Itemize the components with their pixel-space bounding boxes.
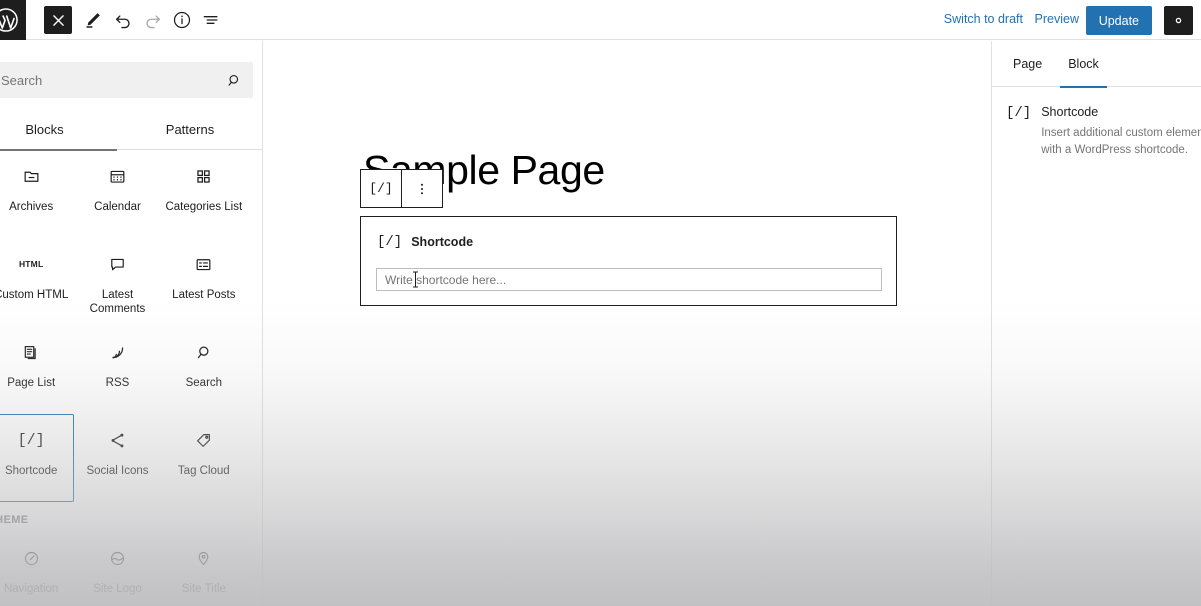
shortcode-brackets-icon: [/] [1006,105,1032,121]
gear-settings-icon[interactable] [1164,6,1193,35]
block-item-label: Custom HTML [0,289,69,301]
rss-feed-icon [105,340,129,364]
block-info-description-line1: Insert additional custom element [1041,127,1201,139]
latest-posts-list-icon [192,252,216,276]
shortcode-block[interactable]: [/] Shortcode Write shortcode here... [360,216,897,306]
block-item-latest-comments[interactable]: Latest Comments [74,238,160,326]
editor-canvas: Sample Page [/] [/] Shortcode Write shor… [263,41,991,606]
inserter-tabs: Blocks Patterns [0,108,262,151]
block-item-label: Shortcode [4,465,58,477]
search-input[interactable]: Search [0,62,253,98]
block-item-custom-html[interactable]: HTML Custom HTML [0,238,74,326]
site-logo-icon [105,546,129,570]
list-view-icon[interactable] [199,8,223,32]
preview-button[interactable]: Preview [1035,12,1079,26]
calendar-icon [105,164,129,188]
block-inserter-panel: Search Blocks Patterns Archives Calendar… [0,41,263,606]
block-item-latest-posts[interactable]: Latest Posts [161,238,247,326]
block-item-navigation[interactable]: Navigation [0,532,74,606]
block-item-label: Navigation [3,583,59,595]
undo-arrow-icon[interactable] [111,8,135,32]
comment-bubble-icon [105,252,129,276]
theme-block-grid: Navigation Site Logo Site Title [0,532,262,606]
shortcode-brackets-icon: [/] [17,431,45,449]
navigation-compass-icon [19,546,43,570]
page-list-icon [19,340,43,364]
theme-section-heading: THEME [0,514,29,526]
block-item-label: Social Icons [86,465,149,477]
block-item-site-title[interactable]: Site Title [161,532,247,606]
block-item-tag-cloud[interactable]: Tag Cloud [161,414,247,502]
block-item-calendar[interactable]: Calendar [74,150,160,238]
block-item-label: Latest Posts [172,289,236,301]
tag-label-icon [192,428,216,452]
block-item-label: Search [185,377,223,389]
block-item-label: RSS [105,377,130,389]
block-item-site-logo[interactable]: Site Logo [74,532,160,606]
wordpress-block-editor: Switch to draft Preview Update Search Bl… [0,0,1201,606]
block-item-label: Archives [9,201,54,213]
block-info-description: Insert additional custom element with a … [1041,125,1201,159]
search-magnifier-icon [224,70,244,90]
archives-folder-icon [19,164,43,188]
more-options-vertical-dots-icon[interactable] [402,170,442,207]
search-magnifier-icon [192,340,216,364]
block-info-description-line2: with a WordPress shortcode. [1041,144,1189,156]
block-item-label: Site Title [181,583,226,595]
html-text-icon: HTML [18,259,44,269]
block-item-label: Calendar [94,201,141,213]
block-item-shortcode[interactable]: [/] Shortcode [0,414,75,502]
redo-arrow-icon [141,8,165,32]
shortcode-input[interactable]: Write shortcode here... [376,268,882,291]
block-info-row: [/] Shortcode Insert additional custom e… [1006,104,1201,159]
block-item-label: Tag Cloud [177,465,230,477]
block-info-text: Shortcode Insert additional custom eleme… [1041,104,1201,159]
info-circle-icon[interactable] [170,8,194,32]
block-item-search[interactable]: Search [161,326,247,414]
block-item-label: Site Logo [93,583,142,595]
blocks-list-scroll[interactable]: Archives Calendar Categories List HTML C… [0,150,262,606]
tab-blocks[interactable]: Blocks [0,108,117,151]
share-nodes-icon [105,428,129,452]
categories-grid-icon [192,164,216,188]
sidebar-tabs: Page Block [992,41,1201,88]
settings-sidebar: Page Block [/] Shortcode Insert addition… [991,41,1201,606]
block-item-label: Categories List [165,201,243,213]
block-item-categories-list[interactable]: Categories List [161,150,247,238]
block-floating-toolbar: [/] [360,169,443,208]
tab-block[interactable]: Block [1055,41,1112,88]
shortcode-block-title: Shortcode [411,235,474,249]
switch-to-draft-button[interactable]: Switch to draft [944,12,1023,26]
block-item-page-list[interactable]: Page List [0,326,74,414]
tab-page[interactable]: Page [1000,41,1055,87]
text-ibeam-cursor-icon [412,271,419,288]
shortcode-block-header: [/] Shortcode [377,234,473,250]
editor-top-bar: Switch to draft Preview Update [0,0,1201,40]
wordpress-logo-icon[interactable] [0,0,26,40]
block-item-archives[interactable]: Archives [0,150,74,238]
block-info-name: Shortcode [1041,105,1099,119]
block-item-social-icons[interactable]: Social Icons [74,414,160,502]
block-info-card: [/] Shortcode Insert additional custom e… [992,87,1201,159]
update-button[interactable]: Update [1085,6,1152,35]
pencil-edit-icon[interactable] [81,8,105,32]
site-title-pin-icon [192,546,216,570]
search-blocks-container: Search [0,62,253,98]
widgets-block-grid: Archives Calendar Categories List HTML C… [0,150,262,502]
block-item-rss[interactable]: RSS [74,326,160,414]
block-item-label: Page List [7,377,56,389]
shortcode-brackets-icon: [/] [377,234,403,250]
tab-patterns[interactable]: Patterns [117,108,262,150]
close-x-icon[interactable] [44,6,72,34]
block-item-label: Latest Comments [89,289,146,316]
shortcode-brackets-icon[interactable]: [/] [361,170,401,207]
